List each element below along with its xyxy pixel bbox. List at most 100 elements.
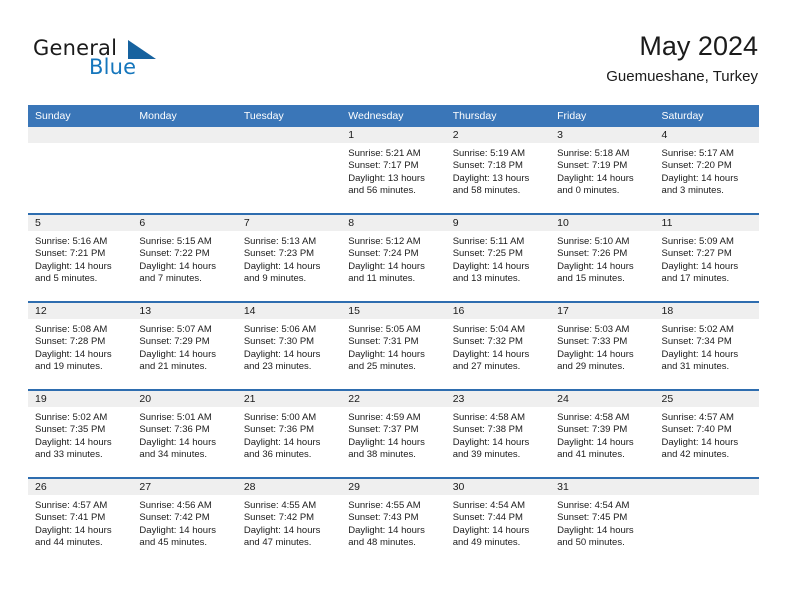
sunset-time: Sunset: 7:44 PM xyxy=(452,512,523,524)
calendar-day-cell[interactable]: 16 Sunrise: 5:04 AM Sunset: 7:32 PM Dayligh… xyxy=(445,301,551,390)
sunset-time: Sunset: 7:19 PM xyxy=(557,160,628,172)
daylight-duration-line1: Daylight: 14 hours xyxy=(661,348,739,360)
sunset-time: Sunset: 7:34 PM xyxy=(661,336,732,348)
calendar-day-cell[interactable]: 11 Sunrise: 5:09 AM Sunset: 7:27 PM Dayligh… xyxy=(654,213,759,302)
daylight-duration-line2: and 33 minutes. xyxy=(35,449,103,461)
daylight-duration-line1: Daylight: 14 hours xyxy=(139,524,216,536)
daylight-duration-line1: Daylight: 14 hours xyxy=(35,348,112,360)
calendar-day-cell[interactable]: 27 Sunrise: 4:56 AM Sunset: 7:42 PM Dayligh… xyxy=(132,477,237,565)
day-details: Sunrise: 5:10 AM Sunset: 7:26 PM Daylight:… xyxy=(550,231,654,286)
sunset-time: Sunset: 7:27 PM xyxy=(661,248,732,260)
calendar-day-cell[interactable]: 21 Sunrise: 5:00 AM Sunset: 7:36 PM Dayligh… xyxy=(236,389,342,478)
calendar-day-cell[interactable]: 23 Sunrise: 4:58 AM Sunset: 7:38 PM Dayligh… xyxy=(445,389,551,478)
calendar-day-cell[interactable]: 5 Sunrise: 5:16 AM Sunset: 7:21 PM Daylight… xyxy=(28,213,133,302)
day-number: 24 xyxy=(550,391,655,407)
sunset-time: Sunset: 7:21 PM xyxy=(35,248,106,260)
day-cell-inner: 9 Sunrise: 5:11 AM Sunset: 7:25 PM Daylight… xyxy=(445,215,551,301)
calendar-day-cell[interactable]: 9 Sunrise: 5:11 AM Sunset: 7:25 PM Daylight… xyxy=(445,213,551,302)
calendar-day-cell[interactable]: 17 Sunrise: 5:03 AM Sunset: 7:33 PM Dayligh… xyxy=(550,301,655,390)
daylight-duration-line2: and 13 minutes. xyxy=(452,273,521,285)
day-number: 26 xyxy=(28,479,133,495)
sunrise-time: Sunrise: 5:02 AM xyxy=(35,412,108,423)
sunrise-time: Sunrise: 4:54 AM xyxy=(557,500,630,511)
daylight-duration-line2: and 23 minutes. xyxy=(243,361,312,373)
day-number: 20 xyxy=(132,391,237,407)
day-details: Sunrise: 5:15 AM Sunset: 7:22 PM Daylight:… xyxy=(132,231,236,286)
calendar-day-cell[interactable]: 12 Sunrise: 5:08 AM Sunset: 7:28 PM Dayligh… xyxy=(28,301,133,390)
calendar-day-cell[interactable]: 6 Sunrise: 5:15 AM Sunset: 7:22 PM Daylight… xyxy=(132,213,237,302)
daylight-duration-line2: and 47 minutes. xyxy=(243,537,312,549)
calendar-day-cell[interactable]: 13 Sunrise: 5:07 AM Sunset: 7:29 PM Dayligh… xyxy=(132,301,237,390)
calendar-day-cell[interactable]: 31 Sunrise: 4:54 AM Sunset: 7:45 PM Dayligh… xyxy=(550,477,655,565)
calendar-day-cell[interactable]: 25 Sunrise: 4:57 AM Sunset: 7:40 PM Dayligh… xyxy=(654,389,759,478)
calendar-day-cell[interactable]: 22 Sunrise: 4:59 AM Sunset: 7:37 PM Dayligh… xyxy=(341,389,446,478)
calendar-day-cell[interactable]: 14 Sunrise: 5:06 AM Sunset: 7:30 PM Dayligh… xyxy=(236,301,342,390)
calendar-day-cell[interactable]: 24 Sunrise: 4:58 AM Sunset: 7:39 PM Dayligh… xyxy=(550,389,655,478)
day-cell-inner: 3 Sunrise: 5:18 AM Sunset: 7:19 PM Daylight… xyxy=(550,127,655,213)
day-number: 7 xyxy=(236,215,342,231)
day-details: Sunrise: 5:11 AM Sunset: 7:25 PM Daylight:… xyxy=(446,231,550,286)
day-details: Sunrise: 5:02 AM Sunset: 7:34 PM Daylight:… xyxy=(655,319,759,374)
calendar-day-cell[interactable]: 8 Sunrise: 5:12 AM Sunset: 7:24 PM Daylight… xyxy=(341,213,446,302)
day-cell-inner: 27 Sunrise: 4:56 AM Sunset: 7:42 PM Dayligh… xyxy=(132,479,237,565)
day-number: 13 xyxy=(132,303,237,319)
calendar-day-cell[interactable]: 10 Sunrise: 5:10 AM Sunset: 7:26 PM Dayligh… xyxy=(550,213,655,302)
weekday-header-thursday: Thursday xyxy=(445,105,551,127)
daylight-duration-line1: Daylight: 14 hours xyxy=(243,436,321,448)
calendar-day-cell[interactable]: 3 Sunrise: 5:18 AM Sunset: 7:19 PM Daylight… xyxy=(550,127,655,214)
day-cell-inner: 19 Sunrise: 5:02 AM Sunset: 7:35 PM Dayligh… xyxy=(28,391,133,477)
calendar-day-cell[interactable]: 18 Sunrise: 5:02 AM Sunset: 7:34 PM Dayligh… xyxy=(654,301,759,390)
day-number: 15 xyxy=(341,303,446,319)
daylight-duration-line2: and 3 minutes. xyxy=(661,185,724,197)
sunset-time: Sunset: 7:32 PM xyxy=(452,336,523,348)
calendar-week-row: 12 Sunrise: 5:08 AM Sunset: 7:28 PM Dayligh… xyxy=(28,301,759,390)
day-details: Sunrise: 4:54 AM Sunset: 7:44 PM Daylight:… xyxy=(446,495,550,550)
day-cell-inner: 30 Sunrise: 4:54 AM Sunset: 7:44 PM Dayligh… xyxy=(445,479,551,565)
day-cell-inner: 22 Sunrise: 4:59 AM Sunset: 7:37 PM Dayligh… xyxy=(341,391,446,477)
day-details: Sunrise: 4:55 AM Sunset: 7:42 PM Daylight:… xyxy=(237,495,341,550)
calendar-day-cell[interactable]: 1 Sunrise: 5:21 AM Sunset: 7:17 PM Daylight… xyxy=(341,127,446,214)
day-details: Sunrise: 4:57 AM Sunset: 7:40 PM Daylight:… xyxy=(655,407,759,462)
calendar-day-cell[interactable]: 26 Sunrise: 4:57 AM Sunset: 7:41 PM Dayligh… xyxy=(28,477,133,565)
sunset-time: Sunset: 7:45 PM xyxy=(557,512,628,524)
day-cell-inner: 26 Sunrise: 4:57 AM Sunset: 7:41 PM Dayligh… xyxy=(28,479,133,565)
calendar-week-row: 26 Sunrise: 4:57 AM Sunset: 7:41 PM Dayligh… xyxy=(28,477,759,565)
general-blue-logo[interactable]: General Blue xyxy=(33,36,163,84)
daylight-duration-line1: Daylight: 14 hours xyxy=(452,348,530,360)
sunset-time: Sunset: 7:33 PM xyxy=(557,336,628,348)
daylight-duration-line1: Daylight: 14 hours xyxy=(348,348,425,360)
calendar-day-cell[interactable]: 20 Sunrise: 5:01 AM Sunset: 7:36 PM Dayligh… xyxy=(132,389,237,478)
daylight-duration-line1: Daylight: 14 hours xyxy=(139,260,216,272)
day-cell-inner: 29 Sunrise: 4:55 AM Sunset: 7:43 PM Dayligh… xyxy=(341,479,446,565)
daylight-duration-line2: and 7 minutes. xyxy=(139,273,202,285)
day-number: 11 xyxy=(654,215,759,231)
calendar-day-cell[interactable]: 7 Sunrise: 5:13 AM Sunset: 7:23 PM Daylight… xyxy=(236,213,342,302)
calendar-day-cell[interactable]: 15 Sunrise: 5:05 AM Sunset: 7:31 PM Dayligh… xyxy=(341,301,446,390)
calendar-day-cell[interactable]: 4 Sunrise: 5:17 AM Sunset: 7:20 PM Daylight… xyxy=(654,127,759,214)
day-number: 5 xyxy=(28,215,133,231)
day-cell-inner: 4 Sunrise: 5:17 AM Sunset: 7:20 PM Daylight… xyxy=(654,127,759,213)
sunset-time: Sunset: 7:43 PM xyxy=(348,512,419,524)
day-details: Sunrise: 5:13 AM Sunset: 7:23 PM Daylight:… xyxy=(237,231,341,286)
sunrise-time: Sunrise: 5:10 AM xyxy=(557,236,630,247)
calendar-day-cell[interactable]: 19 Sunrise: 5:02 AM Sunset: 7:35 PM Dayligh… xyxy=(28,389,133,478)
day-number: 30 xyxy=(445,479,551,495)
day-number: 25 xyxy=(654,391,759,407)
weekday-header-tuesday: Tuesday xyxy=(236,105,342,127)
day-number: 16 xyxy=(445,303,551,319)
sunset-time: Sunset: 7:39 PM xyxy=(557,424,628,436)
day-cell-inner: 18 Sunrise: 5:02 AM Sunset: 7:34 PM Dayligh… xyxy=(654,303,759,389)
daylight-duration-line2: and 17 minutes. xyxy=(661,273,730,285)
logo-text-blue: Blue xyxy=(89,55,137,79)
day-number: 19 xyxy=(28,391,133,407)
day-cell-inner: 13 Sunrise: 5:07 AM Sunset: 7:29 PM Dayligh… xyxy=(132,303,237,389)
calendar-day-cell[interactable]: 2 Sunrise: 5:19 AM Sunset: 7:18 PM Daylight… xyxy=(445,127,551,214)
calendar-day-cell[interactable]: 29 Sunrise: 4:55 AM Sunset: 7:43 PM Dayligh… xyxy=(341,477,446,565)
sunrise-time: Sunrise: 5:05 AM xyxy=(348,324,421,335)
daylight-duration-line1: Daylight: 14 hours xyxy=(348,436,425,448)
sunset-time: Sunset: 7:36 PM xyxy=(139,424,210,436)
calendar-day-cell[interactable]: 28 Sunrise: 4:55 AM Sunset: 7:42 PM Dayligh… xyxy=(236,477,342,565)
weekday-header-monday: Monday xyxy=(132,105,237,127)
calendar-day-cell[interactable]: 30 Sunrise: 4:54 AM Sunset: 7:44 PM Dayligh… xyxy=(445,477,551,565)
daylight-duration-line1: Daylight: 14 hours xyxy=(452,260,530,272)
